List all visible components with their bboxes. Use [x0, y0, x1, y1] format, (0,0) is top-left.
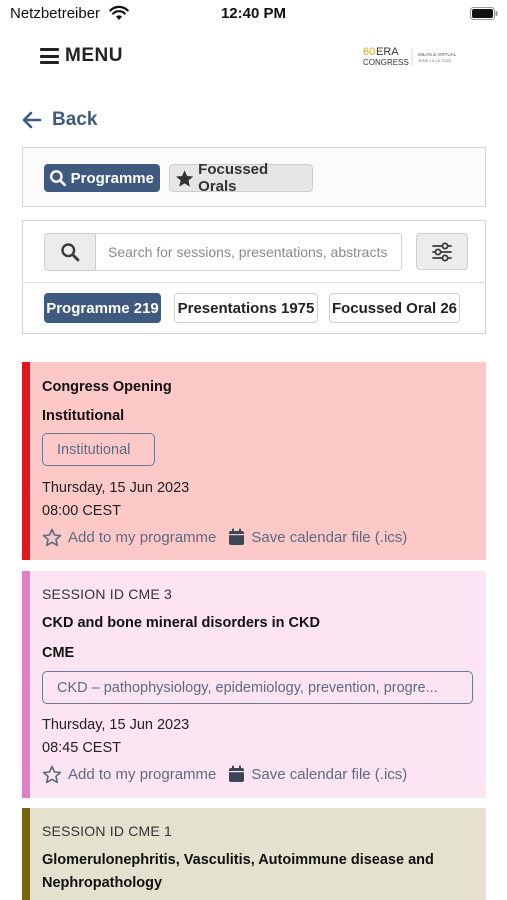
search-box — [44, 233, 402, 271]
tab-programme-label: Programme — [70, 169, 154, 187]
hamburger-icon — [40, 48, 59, 64]
sliders-icon — [432, 242, 452, 261]
count-presentations-button[interactable]: Presentations 1975 — [174, 293, 318, 323]
tab-focussed-orals-label: Focussed Orals — [198, 161, 269, 195]
filter-button[interactable] — [416, 233, 468, 270]
search-button[interactable] — [45, 234, 96, 270]
search-input[interactable] — [96, 234, 401, 270]
session-id: SESSION ID CME 1 — [42, 823, 173, 839]
add-to-programme-label: Add to my programme — [68, 765, 217, 783]
session-time: 08:00 CEST — [42, 503, 121, 519]
logo-location-line1: MILAN & VIRTUAL — [418, 52, 457, 57]
search-panel: Programme 219 Presentations 1975 Focusse… — [22, 220, 486, 334]
count-programme-button[interactable]: Programme 219 — [44, 293, 161, 323]
menu-button[interactable]: MENU — [40, 44, 123, 68]
logo-subtitle: CONGRESS — [363, 58, 409, 67]
tab-programme[interactable]: Programme — [44, 164, 160, 192]
session-accent-bar — [22, 362, 30, 560]
session-card[interactable]: SESSION ID CME 1 Glomerulonephritis, Vas… — [22, 808, 486, 900]
back-label: Back — [52, 109, 98, 130]
session-card[interactable]: Congress Opening Institutional Instituti… — [22, 362, 486, 560]
save-calendar-label: Save calendar file (.ics) — [251, 528, 408, 546]
back-button[interactable]: Back — [22, 108, 97, 132]
star-outline-icon — [42, 765, 62, 783]
save-calendar-button[interactable]: Save calendar file (.ics) — [228, 765, 407, 783]
menu-label: MENU — [65, 45, 123, 66]
tab-focussed-orals[interactable]: Focussed Orals — [169, 161, 313, 195]
search-icon — [49, 170, 66, 187]
session-title: Glomerulonephritis, Vasculitis, Autoimmu… — [42, 852, 434, 891]
search-icon — [61, 243, 80, 262]
save-calendar-label: Save calendar file (.ics) — [251, 765, 408, 783]
session-category: CME — [42, 645, 75, 661]
add-to-programme-button[interactable]: Add to my programme — [42, 528, 216, 547]
save-calendar-button[interactable]: Save calendar file (.ics) — [228, 528, 407, 546]
count-focussed-oral-button[interactable]: Focussed Oral 26 — [329, 293, 460, 323]
session-topic-tag[interactable]: CKD – pathophysiology, epidemiology, pre… — [42, 671, 473, 704]
add-to-programme-label: Add to my programme — [68, 528, 217, 546]
add-to-programme-button[interactable]: Add to my programme — [42, 765, 216, 784]
divider — [23, 282, 485, 283]
logo-location-line2: JUNE 15-18, 2023 — [418, 58, 452, 63]
arrow-left-icon — [22, 111, 42, 129]
logo-brand: ERA — [376, 46, 399, 58]
section-tabs: Programme Focussed Orals — [22, 147, 486, 207]
session-accent-bar — [22, 808, 30, 900]
status-bar: Netzbetreiber 12:40 PM — [0, 0, 507, 30]
session-title: Congress Opening — [42, 379, 172, 395]
battery-icon — [470, 7, 498, 20]
star-icon — [175, 169, 194, 187]
logo-number: 60 — [363, 46, 375, 58]
era-congress-logo: 60 ERA CONGRESS MILAN & VIRTUAL JUNE 15-… — [363, 46, 457, 67]
session-actions: Add to my programme Save calendar file (… — [42, 526, 419, 548]
session-accent-bar — [22, 571, 30, 798]
session-topic-tag[interactable]: Institutional — [42, 433, 155, 466]
session-category: Institutional — [42, 408, 125, 424]
session-date: Thursday, 15 Jun 2023 — [42, 717, 190, 733]
session-card[interactable]: SESSION ID CME 3 CKD and bone mineral di… — [22, 571, 486, 798]
star-outline-icon — [42, 528, 62, 546]
session-id: SESSION ID CME 3 — [42, 586, 173, 602]
session-actions: Add to my programme Save calendar file (… — [42, 763, 419, 785]
session-date: Thursday, 15 Jun 2023 — [42, 480, 190, 496]
calendar-icon — [229, 765, 245, 782]
session-title: CKD and bone mineral disorders in CKD — [42, 615, 320, 631]
clock: 12:40 PM — [220, 5, 287, 22]
calendar-icon — [229, 528, 245, 545]
session-time: 08:45 CEST — [42, 740, 121, 756]
